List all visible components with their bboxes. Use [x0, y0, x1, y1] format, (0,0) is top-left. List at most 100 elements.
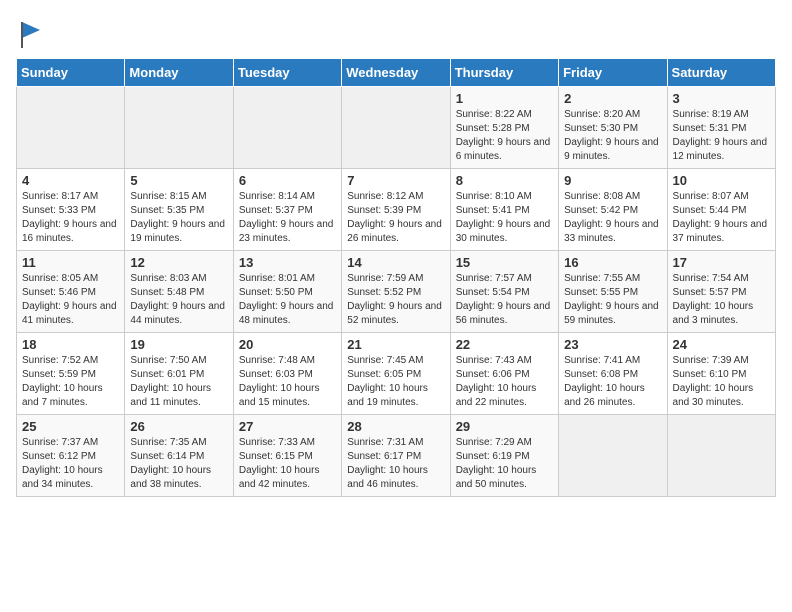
cell-info: Sunrise: 7:37 AM Sunset: 6:12 PM Dayligh… [22, 436, 119, 492]
cell-info: Sunrise: 7:54 AM Sunset: 5:57 PM Dayligh… [673, 272, 770, 328]
cell-info: Sunrise: 7:52 AM Sunset: 5:59 PM Dayligh… [22, 354, 119, 410]
calendar-cell: 22 Sunrise: 7:43 AM Sunset: 6:06 PM Dayli… [450, 333, 558, 415]
cell-info: Sunrise: 8:05 AM Sunset: 5:46 PM Dayligh… [22, 272, 119, 328]
day-number: 24 [673, 337, 770, 352]
day-number: 28 [347, 419, 444, 434]
day-number: 11 [22, 255, 119, 270]
day-number: 5 [130, 173, 227, 188]
weekday-header-sunday: Sunday [17, 59, 125, 87]
calendar-cell: 14 Sunrise: 7:59 AM Sunset: 5:52 PM Dayli… [342, 251, 450, 333]
calendar-cell [559, 415, 667, 497]
cell-info: Sunrise: 7:59 AM Sunset: 5:52 PM Dayligh… [347, 272, 444, 328]
cell-info: Sunrise: 7:39 AM Sunset: 6:10 PM Dayligh… [673, 354, 770, 410]
cell-info: Sunrise: 7:50 AM Sunset: 6:01 PM Dayligh… [130, 354, 227, 410]
calendar-cell [125, 87, 233, 169]
cell-info: Sunrise: 8:03 AM Sunset: 5:48 PM Dayligh… [130, 272, 227, 328]
calendar-cell: 25Sunrise: 7:37 AM Sunset: 6:12 PM Dayli… [17, 415, 125, 497]
cell-info: Sunrise: 7:48 AM Sunset: 6:03 PM Dayligh… [239, 354, 336, 410]
day-number: 7 [347, 173, 444, 188]
cell-info: Sunrise: 8:12 AM Sunset: 5:39 PM Dayligh… [347, 190, 444, 246]
cell-info: Sunrise: 7:41 AM Sunset: 6:08 PM Dayligh… [564, 354, 661, 410]
day-number: 3 [673, 91, 770, 106]
calendar-week-row: 18Sunrise: 7:52 AM Sunset: 5:59 PM Dayli… [17, 333, 776, 415]
calendar-cell: 28 Sunrise: 7:31 AM Sunset: 6:17 PM Dayli… [342, 415, 450, 497]
day-number: 10 [673, 173, 770, 188]
calendar-cell: 23 Sunrise: 7:41 AM Sunset: 6:08 PM Dayli… [559, 333, 667, 415]
day-number: 1 [456, 91, 553, 106]
cell-info: Sunrise: 7:35 AM Sunset: 6:14 PM Dayligh… [130, 436, 227, 492]
calendar-cell: 27 Sunrise: 7:33 AM Sunset: 6:15 PM Dayli… [233, 415, 341, 497]
calendar-cell: 4 Sunrise: 8:17 AM Sunset: 5:33 PM Daylig… [17, 169, 125, 251]
logo-flag-icon [18, 20, 42, 50]
weekday-header-wednesday: Wednesday [342, 59, 450, 87]
day-number: 17 [673, 255, 770, 270]
cell-info: Sunrise: 8:08 AM Sunset: 5:42 PM Dayligh… [564, 190, 661, 246]
calendar-week-row: 25Sunrise: 7:37 AM Sunset: 6:12 PM Dayli… [17, 415, 776, 497]
day-number: 4 [22, 173, 119, 188]
cell-info: Sunrise: 8:15 AM Sunset: 5:35 PM Dayligh… [130, 190, 227, 246]
header [16, 16, 776, 50]
calendar-cell: 3 Sunrise: 8:19 AM Sunset: 5:31 PM Daylig… [667, 87, 775, 169]
day-number: 2 [564, 91, 661, 106]
calendar-week-row: 11 Sunrise: 8:05 AM Sunset: 5:46 PM Dayli… [17, 251, 776, 333]
calendar-week-row: 4 Sunrise: 8:17 AM Sunset: 5:33 PM Daylig… [17, 169, 776, 251]
day-number: 27 [239, 419, 336, 434]
day-number: 19 [130, 337, 227, 352]
calendar-cell: 24 Sunrise: 7:39 AM Sunset: 6:10 PM Dayli… [667, 333, 775, 415]
cell-info: Sunrise: 8:10 AM Sunset: 5:41 PM Dayligh… [456, 190, 553, 246]
calendar-week-row: 1 Sunrise: 8:22 AM Sunset: 5:28 PM Daylig… [17, 87, 776, 169]
calendar-cell: 8Sunrise: 8:10 AM Sunset: 5:41 PM Daylig… [450, 169, 558, 251]
calendar-cell: 21Sunrise: 7:45 AM Sunset: 6:05 PM Dayli… [342, 333, 450, 415]
day-number: 14 [347, 255, 444, 270]
cell-info: Sunrise: 8:07 AM Sunset: 5:44 PM Dayligh… [673, 190, 770, 246]
calendar-cell: 17 Sunrise: 7:54 AM Sunset: 5:57 PM Dayli… [667, 251, 775, 333]
calendar-cell: 10 Sunrise: 8:07 AM Sunset: 5:44 PM Dayli… [667, 169, 775, 251]
day-number: 22 [456, 337, 553, 352]
calendar-cell: 1 Sunrise: 8:22 AM Sunset: 5:28 PM Daylig… [450, 87, 558, 169]
cell-info: Sunrise: 7:43 AM Sunset: 6:06 PM Dayligh… [456, 354, 553, 410]
cell-info: Sunrise: 8:22 AM Sunset: 5:28 PM Dayligh… [456, 108, 553, 164]
weekday-header-friday: Friday [559, 59, 667, 87]
day-number: 13 [239, 255, 336, 270]
weekday-header-monday: Monday [125, 59, 233, 87]
calendar-cell [17, 87, 125, 169]
day-number: 6 [239, 173, 336, 188]
weekday-header-thursday: Thursday [450, 59, 558, 87]
calendar-cell: 2 Sunrise: 8:20 AM Sunset: 5:30 PM Daylig… [559, 87, 667, 169]
logo-text [16, 20, 42, 50]
calendar-cell: 12 Sunrise: 8:03 AM Sunset: 5:48 PM Dayli… [125, 251, 233, 333]
calendar-table: SundayMondayTuesdayWednesdayThursdayFrid… [16, 58, 776, 497]
calendar-cell: 29 Sunrise: 7:29 AM Sunset: 6:19 PM Dayli… [450, 415, 558, 497]
day-number: 16 [564, 255, 661, 270]
cell-info: Sunrise: 8:17 AM Sunset: 5:33 PM Dayligh… [22, 190, 119, 246]
weekday-header-saturday: Saturday [667, 59, 775, 87]
cell-info: Sunrise: 7:57 AM Sunset: 5:54 PM Dayligh… [456, 272, 553, 328]
cell-info: Sunrise: 8:01 AM Sunset: 5:50 PM Dayligh… [239, 272, 336, 328]
cell-info: Sunrise: 8:19 AM Sunset: 5:31 PM Dayligh… [673, 108, 770, 164]
calendar-cell: 5 Sunrise: 8:15 AM Sunset: 5:35 PM Daylig… [125, 169, 233, 251]
day-number: 15 [456, 255, 553, 270]
cell-info: Sunrise: 7:29 AM Sunset: 6:19 PM Dayligh… [456, 436, 553, 492]
cell-info: Sunrise: 7:33 AM Sunset: 6:15 PM Dayligh… [239, 436, 336, 492]
calendar-cell: 11 Sunrise: 8:05 AM Sunset: 5:46 PM Dayli… [17, 251, 125, 333]
calendar-cell: 20 Sunrise: 7:48 AM Sunset: 6:03 PM Dayli… [233, 333, 341, 415]
weekday-header-tuesday: Tuesday [233, 59, 341, 87]
calendar-cell [342, 87, 450, 169]
cell-info: Sunrise: 7:55 AM Sunset: 5:55 PM Dayligh… [564, 272, 661, 328]
day-number: 29 [456, 419, 553, 434]
day-number: 21 [347, 337, 444, 352]
calendar-cell: 7 Sunrise: 8:12 AM Sunset: 5:39 PM Daylig… [342, 169, 450, 251]
day-number: 20 [239, 337, 336, 352]
day-number: 23 [564, 337, 661, 352]
calendar-cell: 19 Sunrise: 7:50 AM Sunset: 6:01 PM Dayli… [125, 333, 233, 415]
calendar-cell: 18Sunrise: 7:52 AM Sunset: 5:59 PM Dayli… [17, 333, 125, 415]
day-number: 9 [564, 173, 661, 188]
weekday-header-row: SundayMondayTuesdayWednesdayThursdayFrid… [17, 59, 776, 87]
calendar-cell [233, 87, 341, 169]
calendar-cell: 26Sunrise: 7:35 AM Sunset: 6:14 PM Dayli… [125, 415, 233, 497]
calendar-cell: 15 Sunrise: 7:57 AM Sunset: 5:54 PM Dayli… [450, 251, 558, 333]
cell-info: Sunrise: 7:31 AM Sunset: 6:17 PM Dayligh… [347, 436, 444, 492]
cell-info: Sunrise: 8:20 AM Sunset: 5:30 PM Dayligh… [564, 108, 661, 164]
calendar-cell: 6Sunrise: 8:14 AM Sunset: 5:37 PM Daylig… [233, 169, 341, 251]
day-number: 12 [130, 255, 227, 270]
